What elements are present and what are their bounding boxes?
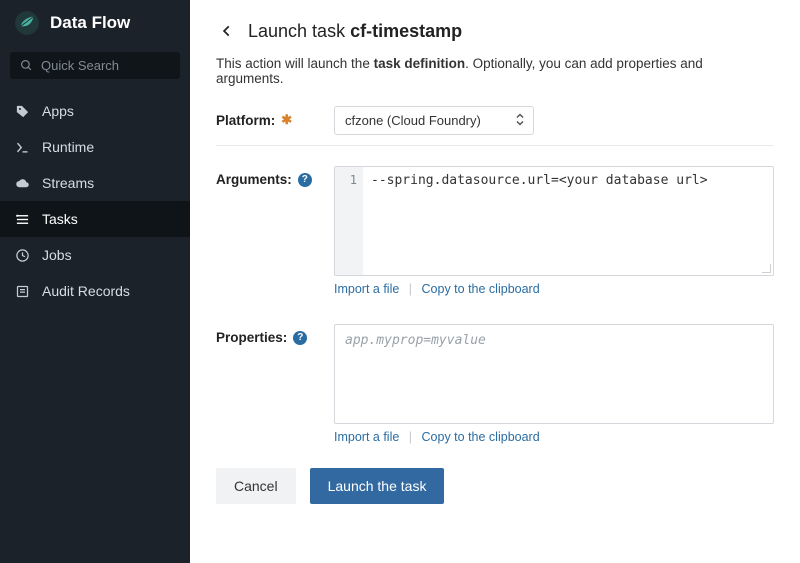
sidebar-item-label: Streams	[42, 175, 94, 191]
page-title-taskname: cf-timestamp	[350, 21, 462, 41]
chevron-updown-icon	[515, 112, 525, 129]
intro-text: This action will launch the task definit…	[216, 56, 774, 86]
tasks-icon	[14, 212, 30, 227]
arguments-copy-link[interactable]: Copy to the clipboard	[422, 282, 540, 296]
properties-copy-link[interactable]: Copy to the clipboard	[422, 430, 540, 444]
required-star-icon: ✱	[281, 112, 292, 128]
sidebar-item-tasks[interactable]: Tasks	[0, 201, 190, 237]
sidebar-item-label: Runtime	[42, 139, 94, 155]
search-wrap: Quick Search	[0, 48, 190, 93]
arguments-label: Arguments: ?	[216, 166, 316, 187]
properties-placeholder: app.myprop=myvalue	[345, 333, 486, 348]
chevron-left-icon	[220, 24, 234, 38]
page-title-prefix: Launch task	[248, 21, 350, 41]
properties-import-link[interactable]: Import a file	[334, 430, 399, 444]
sidebar-item-label: Tasks	[42, 211, 78, 227]
brand-text: Data Flow	[50, 13, 130, 33]
properties-label: Properties: ?	[216, 324, 316, 345]
back-button[interactable]	[216, 20, 238, 42]
cancel-button[interactable]: Cancel	[216, 468, 296, 504]
arguments-row: Arguments: ? 1 --spring.datasource.url=<…	[216, 166, 774, 296]
sidebar-item-audit-records[interactable]: Audit Records	[0, 273, 190, 309]
help-icon[interactable]: ?	[293, 331, 307, 345]
page-title: Launch task cf-timestamp	[248, 21, 462, 42]
sidebar-item-label: Jobs	[42, 247, 72, 263]
sidebar-item-label: Audit Records	[42, 283, 130, 299]
search-icon	[20, 59, 33, 72]
divider	[216, 145, 774, 146]
launch-button[interactable]: Launch the task	[310, 468, 445, 504]
arguments-content: --spring.datasource.url=<your database u…	[363, 167, 773, 275]
properties-editor[interactable]: app.myprop=myvalue	[334, 324, 774, 424]
platform-select-value: cfzone (Cloud Foundry)	[345, 113, 481, 128]
arguments-editor[interactable]: 1 --spring.datasource.url=<your database…	[334, 166, 774, 276]
arguments-import-link[interactable]: Import a file	[334, 282, 399, 296]
editor-gutter: 1	[335, 167, 363, 275]
platform-row: Platform: ✱ cfzone (Cloud Foundry)	[216, 106, 774, 135]
tag-icon	[14, 104, 30, 119]
app-root: Data Flow Quick Search Apps Runt	[0, 0, 800, 563]
clock-icon	[14, 248, 30, 263]
records-icon	[14, 284, 30, 299]
properties-row: Properties: ? app.myprop=myvalue Import …	[216, 324, 774, 444]
terminal-icon	[14, 140, 30, 155]
search-placeholder: Quick Search	[41, 58, 119, 73]
sidebar-item-runtime[interactable]: Runtime	[0, 129, 190, 165]
sidebar-item-apps[interactable]: Apps	[0, 93, 190, 129]
platform-label: Platform: ✱	[216, 106, 316, 128]
page-header: Launch task cf-timestamp	[216, 20, 774, 42]
brand: Data Flow	[0, 0, 190, 48]
properties-links: Import a file | Copy to the clipboard	[334, 430, 774, 444]
sidebar-nav: Apps Runtime Streams Tasks	[0, 93, 190, 309]
help-icon[interactable]: ?	[298, 173, 312, 187]
brand-leaf-icon	[14, 10, 40, 36]
arguments-links: Import a file | Copy to the clipboard	[334, 282, 774, 296]
cloud-icon	[14, 176, 30, 191]
sidebar: Data Flow Quick Search Apps Runt	[0, 0, 190, 563]
search-input[interactable]: Quick Search	[10, 52, 180, 79]
platform-select[interactable]: cfzone (Cloud Foundry)	[334, 106, 534, 135]
sidebar-item-jobs[interactable]: Jobs	[0, 237, 190, 273]
resize-grip-icon[interactable]	[761, 263, 771, 273]
footer-actions: Cancel Launch the task	[216, 468, 774, 504]
sidebar-item-streams[interactable]: Streams	[0, 165, 190, 201]
sidebar-item-label: Apps	[42, 103, 74, 119]
main-content: Launch task cf-timestamp This action wil…	[190, 0, 800, 563]
